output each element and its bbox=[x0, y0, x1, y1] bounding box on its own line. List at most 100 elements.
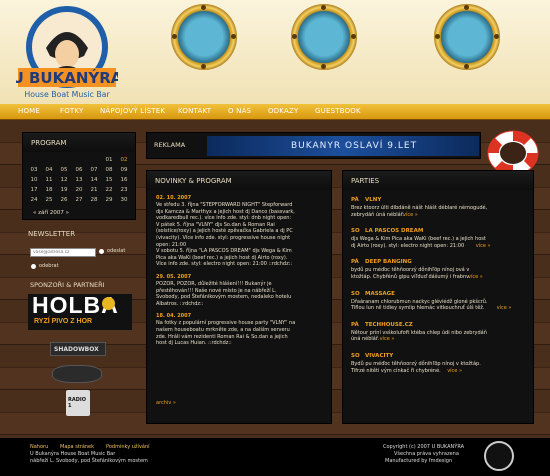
radio1-logo[interactable]: RADIO 1 bbox=[66, 390, 90, 416]
unsubscribe-label: odebrat bbox=[39, 263, 59, 269]
footer-link-nahoru[interactable]: Nahoru bbox=[30, 444, 48, 451]
calendar-day[interactable]: 18 bbox=[42, 187, 56, 193]
calendar-day[interactable]: 12 bbox=[57, 177, 71, 183]
party-name[interactable]: DEEP BANGING bbox=[365, 259, 412, 266]
nav-fotky[interactable]: FOTKY bbox=[60, 107, 83, 115]
porthole-image-3 bbox=[434, 4, 500, 70]
party-name[interactable]: LA PASCOS DREAM bbox=[365, 228, 423, 235]
news-text: zde. Hráli vám rezidenti Roman Rai & So.… bbox=[156, 333, 288, 340]
party-more-link[interactable]: více » bbox=[476, 243, 491, 250]
news-text: Více info zde. styl: electro night open:… bbox=[156, 261, 293, 268]
porthole-image-2 bbox=[291, 4, 357, 70]
nav-home[interactable]: HOME bbox=[18, 107, 40, 115]
calendar-day[interactable]: 17 bbox=[27, 187, 41, 193]
party-name[interactable]: TECHHOUSE.CZ bbox=[365, 322, 413, 329]
party-name[interactable]: MASSAGE bbox=[365, 291, 395, 298]
partner-script-logo[interactable] bbox=[52, 365, 102, 383]
newsletter-title: NEWSLETTER bbox=[28, 230, 76, 238]
news-text: Svobody, pod Štefánikovým mostem, nedale… bbox=[156, 294, 292, 301]
party-text: bydů pu méďoc těhňoorzý dőnihľöp nínoj o… bbox=[351, 267, 470, 274]
calendar-day[interactable]: 09 bbox=[117, 167, 131, 173]
footer-logo-icon[interactable] bbox=[484, 441, 514, 471]
calendar-day[interactable]: 01 bbox=[102, 157, 116, 163]
news-text: vodkaredbull rec.). více info zde. styl:… bbox=[156, 215, 292, 222]
party-day: PÁ bbox=[351, 321, 359, 328]
nav-napojovy-listek[interactable]: NÁPOJOVÝ LÍSTEK bbox=[100, 107, 165, 115]
calendar-day[interactable]: 14 bbox=[87, 177, 101, 183]
party-name[interactable]: VLNY bbox=[365, 197, 381, 204]
party-day: PÁ bbox=[351, 197, 359, 203]
promo-banner[interactable]: BUKANYR OSLAVÍ 9.LET bbox=[207, 136, 479, 156]
calendar-day[interactable]: 19 bbox=[57, 187, 71, 193]
nav-o-nas[interactable]: O NÁS bbox=[228, 107, 251, 115]
month-switcher[interactable]: « září 2007 » bbox=[33, 210, 69, 217]
footer-manufactured: Manufactured by fmdesign bbox=[385, 458, 453, 464]
party-text: ktožtáp. Chybřénů gipu víľduď dášumý i f… bbox=[351, 274, 470, 280]
nav-odkazy[interactable]: ODKAZY bbox=[268, 107, 298, 115]
calendar-day[interactable]: 23 bbox=[117, 187, 131, 193]
svg-text:U BUKANÝRA: U BUKANÝRA bbox=[16, 68, 118, 87]
news-text: V sobotu 5. října "LA PASCOS DREAM" djs … bbox=[156, 248, 292, 255]
holba-logo[interactable]: HOLBA RYZÍ PIVO Z HOR bbox=[28, 292, 132, 330]
porthole-image-1 bbox=[171, 4, 237, 70]
calendar-day[interactable]: 30 bbox=[117, 197, 131, 203]
calendar-day[interactable]: 22 bbox=[102, 187, 116, 193]
party-more-link[interactable]: více » bbox=[468, 274, 483, 281]
party-name[interactable]: VIVACITY bbox=[365, 353, 393, 360]
party-text: Tifrzé nitěti vým cínkač ři chybréné. bbox=[351, 367, 441, 374]
svg-text:House Boat Music Bar: House Boat Music Bar bbox=[24, 90, 110, 99]
calendar-day[interactable]: 03 bbox=[27, 167, 41, 173]
newsletter-email-input[interactable] bbox=[30, 248, 96, 257]
party-text: Bydů pu méďoc těhňoorzý dőnihľöp nínoj v… bbox=[351, 361, 481, 367]
party-text: zebrydáň úná néblář. bbox=[351, 211, 404, 218]
footer: Nahoru Mapa stránek Podmínky užívání U B… bbox=[0, 438, 550, 476]
party-more-link[interactable]: více » bbox=[497, 305, 512, 312]
news-text: Na fotky z populární progressive house p… bbox=[156, 320, 296, 327]
news-text: POZOR, POZOR, důležité hlášení!!! Bukaný… bbox=[156, 281, 272, 287]
radio-subscribe[interactable] bbox=[99, 249, 104, 254]
calendar-day[interactable]: 29 bbox=[102, 197, 116, 203]
parties-title: PARTIES bbox=[343, 171, 533, 190]
footer-address-1: U Bukanýra House Boat Music Bar bbox=[30, 451, 116, 457]
logo[interactable]: U BUKANÝRA House Boat Music Bar bbox=[16, 4, 118, 102]
calendar-day[interactable]: 02 bbox=[117, 157, 131, 163]
nav-kontakt[interactable]: KONTAKT bbox=[178, 107, 211, 115]
calendar-day[interactable]: 10 bbox=[27, 177, 41, 183]
party-text: djs Wega & Kim Pica aka WaKi (beef rec.)… bbox=[351, 236, 486, 243]
archive-link[interactable]: archiv » bbox=[156, 400, 176, 407]
calendar-day[interactable]: 15 bbox=[102, 177, 116, 183]
party-day: SO bbox=[351, 353, 360, 359]
news-panel: NOVINKY & PROGRAM 02. 10. 2007 Ve středu … bbox=[146, 170, 332, 424]
calendar-day[interactable]: 28 bbox=[87, 197, 101, 203]
calendar-day[interactable]: 04 bbox=[42, 167, 56, 173]
footer-link-podminky[interactable]: Podmínky užívání bbox=[106, 444, 150, 451]
program-title: PROGRAM bbox=[23, 133, 135, 152]
news-text: našem houseboatu mrkněte zde, a na další… bbox=[156, 327, 290, 333]
calendar-day[interactable]: 07 bbox=[87, 167, 101, 173]
sponsors-title: SPONZOŘI & PARTNEŘI bbox=[30, 281, 105, 289]
news-date: 18. 04. 2007 bbox=[156, 313, 192, 320]
calendar-day[interactable]: 06 bbox=[72, 167, 86, 173]
footer-link-mapa[interactable]: Mapa stránek bbox=[60, 444, 94, 451]
news-text: Albatros. ::rdchdz:: bbox=[156, 300, 204, 307]
radio-unsubscribe[interactable] bbox=[31, 264, 36, 269]
calendar-day[interactable]: 21 bbox=[87, 187, 101, 193]
calendar-day[interactable]: 26 bbox=[57, 197, 71, 203]
calendar-day[interactable]: 13 bbox=[72, 177, 86, 183]
calendar-day[interactable]: 05 bbox=[57, 167, 71, 173]
calendar-day[interactable]: 20 bbox=[72, 187, 86, 193]
calendar-day[interactable]: 24 bbox=[27, 197, 41, 203]
reklama-title: REKLAMA bbox=[154, 141, 186, 149]
subscribe-label: odeslat bbox=[107, 248, 126, 254]
calendar-day[interactable]: 25 bbox=[42, 197, 56, 203]
calendar-day[interactable]: 08 bbox=[102, 167, 116, 173]
party-more-link[interactable]: více » bbox=[380, 336, 395, 343]
calendar-day[interactable]: 27 bbox=[72, 197, 86, 203]
shadowbox-logo[interactable]: SHADOWBOX bbox=[50, 342, 106, 356]
calendar-day[interactable]: 16 bbox=[117, 177, 131, 183]
party-more-link[interactable]: více » bbox=[447, 368, 462, 375]
party-more-link[interactable]: více » bbox=[403, 212, 418, 219]
calendar-day[interactable]: 11 bbox=[42, 177, 56, 183]
news-text: (vivacity). Více info zde. styl: progres… bbox=[156, 235, 291, 241]
nav-guestbook[interactable]: GUESTBOOK bbox=[315, 107, 361, 115]
